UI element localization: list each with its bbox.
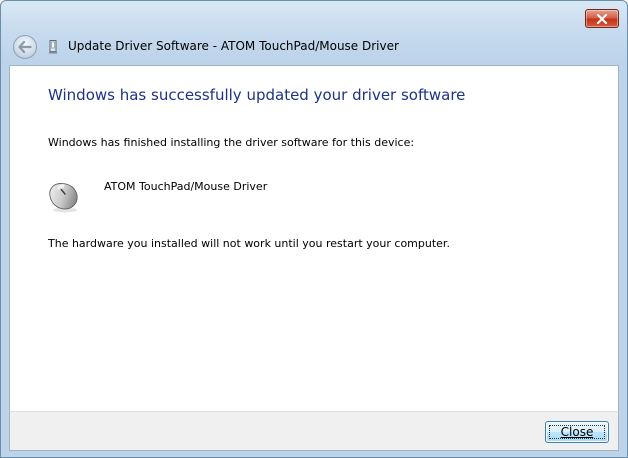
window-title: Update Driver Software - ATOM TouchPad/M… (68, 39, 399, 53)
window-close-button[interactable] (585, 9, 619, 28)
info-text: Windows has finished installing the driv… (48, 136, 415, 149)
navigation-bar: Update Driver Software - ATOM TouchPad/M… (1, 29, 627, 65)
close-icon (596, 13, 608, 24)
mouse-icon (49, 183, 78, 213)
close-button-label: Close (560, 425, 594, 439)
device-name: ATOM TouchPad/Mouse Driver (104, 180, 268, 193)
dialog-window: Update Driver Software - ATOM TouchPad/M… (0, 0, 628, 458)
back-arrow-icon (18, 41, 32, 53)
page-heading: Windows has successfully updated your dr… (48, 86, 466, 104)
device-manager-icon (49, 40, 57, 54)
dialog-footer: Close (9, 411, 619, 451)
back-button[interactable] (13, 35, 37, 59)
content-panel: Windows has successfully updated your dr… (9, 65, 619, 411)
restart-notice: The hardware you installed will not work… (48, 237, 450, 250)
close-button[interactable]: Close (545, 421, 609, 443)
